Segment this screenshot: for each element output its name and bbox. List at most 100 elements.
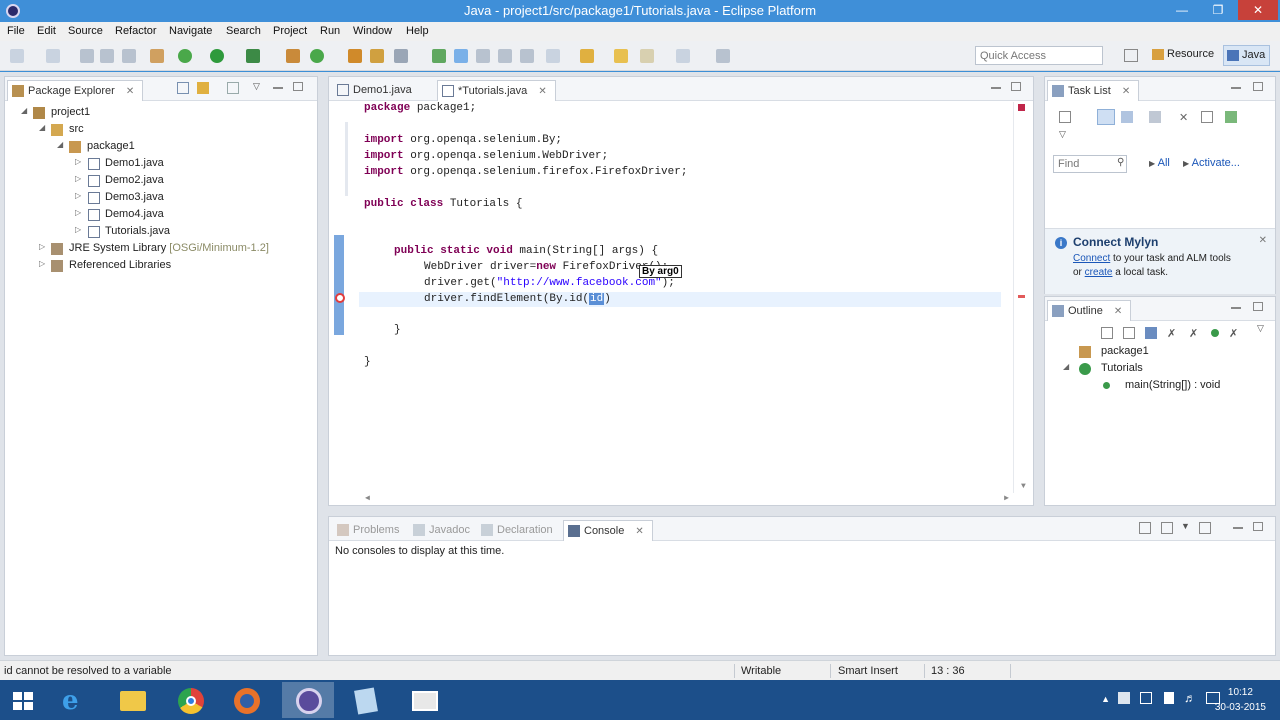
tab-demo1-java[interactable]: Demo1.java	[333, 80, 420, 101]
coverage-icon[interactable]	[246, 49, 260, 63]
menu-help[interactable]: Help	[406, 25, 429, 37]
minimize-view-icon[interactable]	[991, 87, 1001, 89]
hide-completed-icon[interactable]: ✕	[1179, 111, 1191, 124]
quick-access-input[interactable]: Quick Access	[975, 46, 1103, 65]
editor-vertical-scrollbar[interactable]: ▼	[1013, 102, 1033, 493]
collapse-arrow-icon[interactable]: ▷	[75, 157, 81, 166]
menu-file[interactable]: File	[7, 25, 25, 37]
all-link[interactable]: ▶ All	[1149, 157, 1170, 169]
close-tab-icon[interactable]: ✕	[538, 86, 546, 97]
maximize-view-icon[interactable]	[293, 82, 303, 91]
tab-javadoc[interactable]: Javadoc	[409, 520, 478, 541]
tab-console[interactable]: Console ✕	[563, 520, 653, 541]
back-arrow-icon[interactable]	[640, 49, 654, 63]
chrome-icon[interactable]	[164, 682, 216, 718]
collapse-arrow-icon[interactable]: ▷	[75, 208, 81, 217]
collapse-arrow-icon[interactable]: ▷	[75, 225, 81, 234]
activate-link[interactable]: ▶ Activate...	[1183, 157, 1240, 169]
minimize-view-icon[interactable]	[273, 87, 283, 89]
volume-icon[interactable]: ♬	[1184, 691, 1196, 705]
battery-icon[interactable]	[1164, 692, 1174, 704]
collapse-all-icon[interactable]	[1201, 111, 1213, 123]
create-link[interactable]: create	[1085, 267, 1113, 278]
view-menu-icon[interactable]: ▽	[253, 81, 260, 92]
synchronize-icon[interactable]	[1225, 111, 1237, 123]
close-tab-icon[interactable]: ✕	[1122, 86, 1130, 97]
categorized-icon[interactable]	[1097, 109, 1115, 125]
show-whitespace-icon[interactable]	[476, 49, 490, 63]
view-menu-icon[interactable]: ▽	[1059, 129, 1066, 140]
firefox-icon[interactable]	[220, 682, 272, 718]
pin-console-icon[interactable]	[1161, 522, 1173, 534]
notepad-icon[interactable]	[340, 682, 392, 718]
minimize-icon[interactable]: —	[1168, 0, 1196, 20]
save-all-icon[interactable]	[100, 49, 114, 63]
close-icon[interactable]: ✕	[1259, 235, 1267, 246]
tab-task-list[interactable]: Task List ✕	[1047, 80, 1140, 101]
sort-icon[interactable]	[1123, 327, 1135, 339]
task-find-input[interactable]: Find	[1053, 155, 1127, 173]
search-icon[interactable]: ⚲	[1117, 157, 1124, 168]
print-icon[interactable]	[122, 49, 136, 63]
editor-horizontal-scrollbar[interactable]: ◀ ▶	[359, 493, 1013, 505]
show-hidden-icons[interactable]: ▲	[1101, 694, 1110, 704]
collapse-arrow-icon[interactable]: ▷	[39, 242, 45, 251]
menu-project[interactable]: Project	[273, 25, 307, 37]
hide-local-types-icon[interactable]	[1211, 329, 1219, 337]
code-editor[interactable]: package package1; import org.openqa.sele…	[329, 102, 1033, 505]
open-icon[interactable]	[46, 49, 60, 63]
menu-refactor[interactable]: Refactor	[115, 25, 157, 37]
scroll-right-icon[interactable]: ▶	[1004, 493, 1009, 503]
new-task-icon[interactable]	[1059, 111, 1071, 123]
selected-token[interactable]: id	[589, 293, 605, 305]
menu-run[interactable]: Run	[320, 25, 340, 37]
collapse-all-icon[interactable]	[177, 82, 189, 94]
tab-tutorials-java[interactable]: *Tutorials.java ✕	[437, 80, 556, 101]
close-tab-icon[interactable]: ✕	[1114, 306, 1122, 317]
expand-arrow-icon[interactable]: ◢	[57, 140, 63, 149]
collapse-all-icon[interactable]	[1101, 327, 1113, 339]
tab-outline[interactable]: Outline ✕	[1047, 300, 1132, 321]
back-icon[interactable]	[614, 49, 628, 63]
link-editor-icon[interactable]: ✗	[1229, 327, 1241, 340]
scheduled-icon[interactable]	[1121, 111, 1133, 123]
file-explorer-icon[interactable]	[106, 682, 158, 718]
expand-arrow-icon[interactable]: ◢	[21, 106, 27, 115]
maximize-view-icon[interactable]	[1253, 82, 1263, 91]
new-package-icon[interactable]	[310, 49, 324, 63]
maximize-view-icon[interactable]	[1253, 522, 1263, 531]
window-app-icon[interactable]	[398, 682, 450, 718]
debug-icon[interactable]	[178, 49, 192, 63]
connect-link[interactable]: Connect	[1073, 253, 1110, 264]
menu-search[interactable]: Search	[226, 25, 261, 37]
taskbar-clock[interactable]: 10:12 30-03-2015	[1215, 685, 1266, 715]
close-tab-icon[interactable]: ✕	[635, 526, 643, 537]
forward-arrow-icon[interactable]	[676, 49, 690, 63]
save-icon[interactable]	[80, 49, 94, 63]
open-perspective-icon[interactable]	[1124, 49, 1138, 62]
hide-nonpublic-icon[interactable]: ✗	[1189, 327, 1201, 340]
error-marker-icon[interactable]	[335, 293, 345, 303]
internet-explorer-icon[interactable]: e	[50, 682, 102, 718]
run-icon[interactable]	[210, 49, 224, 63]
link-with-editor-icon[interactable]	[197, 82, 209, 94]
network-icon[interactable]	[1140, 692, 1152, 704]
expand-arrow-icon[interactable]: ◢	[1063, 362, 1069, 371]
menu-navigate[interactable]: Navigate	[169, 25, 212, 37]
toggle-highlight-icon[interactable]	[454, 49, 468, 63]
maximize-view-icon[interactable]	[1253, 302, 1263, 311]
perspective-java[interactable]: Java	[1223, 45, 1271, 66]
collapse-arrow-icon[interactable]: ▷	[75, 174, 81, 183]
scroll-down-icon[interactable]: ▼	[1021, 482, 1026, 491]
flag-icon[interactable]	[1118, 692, 1130, 704]
block-selection-icon[interactable]	[520, 49, 534, 63]
tab-declaration[interactable]: Declaration	[477, 520, 561, 541]
eclipse-taskbar-icon[interactable]	[282, 682, 334, 718]
next-edit-icon[interactable]	[546, 49, 560, 63]
close-icon[interactable]: ✕	[1238, 0, 1278, 20]
pilcrow-icon[interactable]	[498, 49, 512, 63]
last-edit-icon[interactable]	[580, 49, 594, 63]
status-insert-mode[interactable]: Smart Insert	[838, 665, 898, 677]
minimize-view-icon[interactable]	[1231, 307, 1241, 309]
hide-fields-icon[interactable]	[1145, 327, 1157, 339]
